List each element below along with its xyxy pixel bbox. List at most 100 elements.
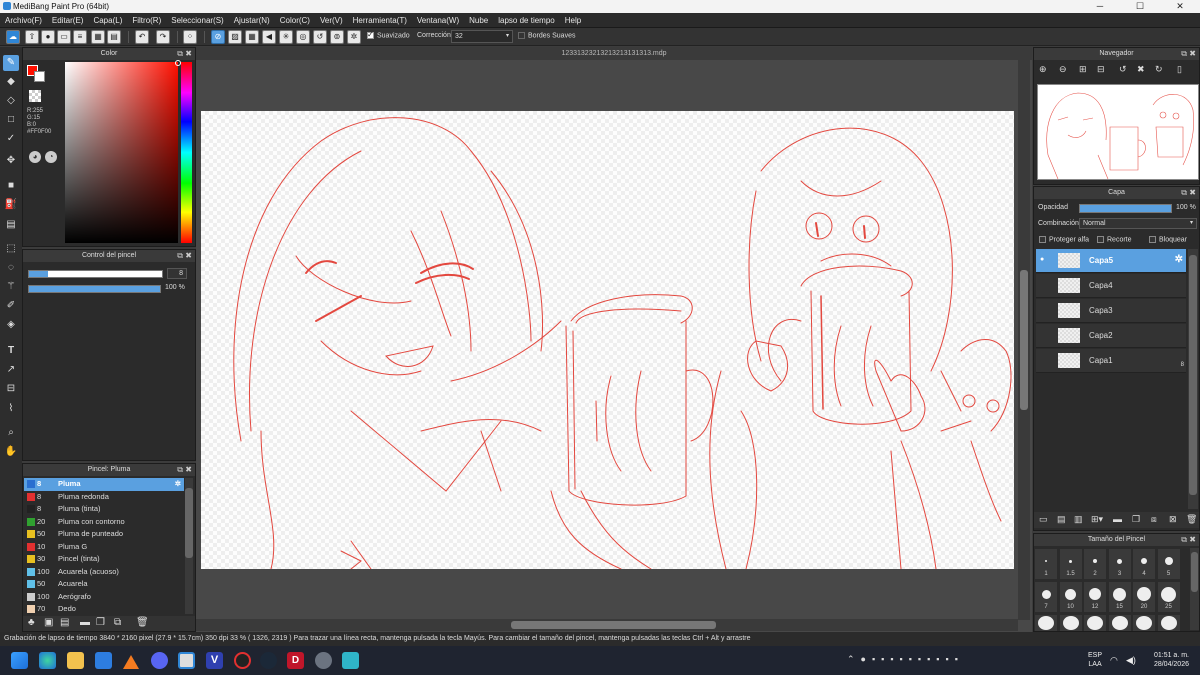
menu-ventana[interactable]: Ventana(W): [412, 13, 464, 28]
correction-select[interactable]: 32 ▾: [451, 30, 513, 43]
snap-radial-icon[interactable]: ✳: [279, 30, 293, 44]
layer-scrollbar[interactable]: [1188, 249, 1198, 509]
settings-gear-icon[interactable]: [315, 652, 332, 669]
brush-size-option[interactable]: 2: [1084, 549, 1106, 579]
snap-parallel-icon[interactable]: ▨: [228, 30, 242, 44]
steam-icon[interactable]: [260, 652, 277, 669]
brush-list-item[interactable]: 10 Pluma G: [24, 541, 184, 554]
folder-icon[interactable]: ▬: [80, 617, 90, 628]
clipping-toggle[interactable]: Recorte: [1097, 236, 1132, 243]
wifi-icon[interactable]: ◠: [1110, 655, 1118, 666]
grid-icon[interactable]: ▦: [91, 30, 105, 44]
zoom-out-icon[interactable]: ⊖: [1059, 64, 1067, 75]
brush-opacity-slider[interactable]: [28, 285, 161, 293]
brush-size-option[interactable]: 25: [1157, 582, 1180, 612]
select-rect-icon[interactable]: ⬚: [3, 241, 19, 257]
horizontal-scroll-thumb[interactable]: [511, 621, 716, 629]
menu-lapso[interactable]: lapso de tiempo: [493, 13, 559, 28]
brush-size-option[interactable]: 10: [1059, 582, 1082, 612]
menu-capa[interactable]: Capa(L): [88, 13, 127, 28]
smoothing-toggle[interactable]: Suavizado: [367, 30, 410, 39]
brush-list-item[interactable]: 50 Pluma de punteado: [24, 528, 184, 541]
lock-checkbox[interactable]: [1149, 236, 1156, 243]
menu-list-icon[interactable]: ≡: [73, 30, 87, 44]
delete-layer-icon[interactable]: 🗑: [1186, 514, 1197, 525]
edge-icon[interactable]: [39, 652, 56, 669]
protect-alpha-checkbox[interactable]: [1039, 236, 1046, 243]
flip-icon[interactable]: ▯: [1177, 64, 1182, 75]
drawing-canvas[interactable]: [201, 111, 1014, 569]
snap-curve-icon[interactable]: ↺: [313, 30, 327, 44]
cloud-icon[interactable]: ☁: [6, 30, 20, 44]
menu-ajustar[interactable]: Ajustar(N): [229, 13, 275, 28]
zoom-actual-icon[interactable]: ⊟: [1097, 64, 1105, 75]
chat-icon[interactable]: ▭: [57, 30, 71, 44]
layer-row[interactable]: Capa3: [1036, 299, 1186, 323]
menu-help[interactable]: Help: [560, 13, 586, 28]
layer-row[interactable]: Capa1 8: [1036, 349, 1186, 373]
brush-settings-icon[interactable]: ♣: [28, 617, 35, 628]
rotate-right-icon[interactable]: ↻: [1155, 64, 1163, 75]
deselect-icon[interactable]: ⁘: [183, 30, 197, 44]
gradient-icon[interactable]: ▤: [3, 217, 19, 233]
brush-list-item[interactable]: 8 Pluma redonda: [24, 491, 184, 504]
brush-list-item[interactable]: 100 Aerógrafo: [24, 591, 184, 604]
system-tray-icons[interactable]: ⌃●▪▪▪▪▪▪▪▪▪▪: [847, 654, 1062, 665]
upload-icon[interactable]: ⇧: [25, 30, 39, 44]
document-tab[interactable]: 12331323213213213131313.mdp: [196, 47, 1032, 60]
navigator-preview[interactable]: [1037, 84, 1199, 180]
move-icon[interactable]: ✥: [3, 153, 19, 169]
duplicate-layer-icon[interactable]: ❐: [1132, 514, 1140, 525]
brush-size-option[interactable]: 5: [1157, 549, 1180, 579]
brush-list-item[interactable]: 50 Acuarela: [24, 578, 184, 591]
clipping-checkbox[interactable]: [1097, 236, 1104, 243]
bucket-icon[interactable]: ⛽: [3, 197, 19, 213]
layer-row[interactable]: ● Capa5 ✲: [1036, 249, 1186, 273]
brush-size-option[interactable]: 7: [1035, 582, 1057, 612]
medibang-taskbar-icon[interactable]: [178, 652, 195, 669]
app-d-icon[interactable]: D: [287, 652, 304, 669]
copy-icon[interactable]: ❐: [96, 617, 105, 628]
new-1bit-layer-icon[interactable]: ▥: [1074, 514, 1083, 525]
duplicate-icon[interactable]: ⧉: [114, 617, 121, 628]
fit-icon[interactable]: ⊞: [1079, 64, 1087, 75]
windows-start-icon[interactable]: [11, 652, 28, 669]
menu-ver[interactable]: Ver(V): [315, 13, 348, 28]
brush-size-option[interactable]: [1035, 615, 1057, 631]
soft-edges-toggle[interactable]: Bordes Suaves: [518, 32, 575, 39]
layer-opacity-slider[interactable]: [1079, 204, 1172, 213]
merge-down-icon[interactable]: ⧈: [1151, 514, 1157, 525]
magic-wand-icon[interactable]: ⚚: [3, 279, 19, 295]
brush-size-option[interactable]: [1084, 615, 1106, 631]
brush-size-option[interactable]: 15: [1108, 582, 1131, 612]
menu-editar[interactable]: Editar(E): [47, 13, 89, 28]
divide-icon[interactable]: ⊟: [3, 381, 19, 397]
history-palette-icon[interactable]: ◔: [45, 151, 57, 163]
snap-circle-icon[interactable]: ◎: [296, 30, 310, 44]
snap-grid-icon[interactable]: ▦: [245, 30, 259, 44]
brush-size-option[interactable]: 1: [1035, 549, 1057, 579]
add-brush-icon[interactable]: ▣: [44, 617, 53, 628]
brush-size-option[interactable]: 12: [1084, 582, 1106, 612]
brush-list-item[interactable]: 70 Dedo: [24, 603, 184, 616]
app-v-icon[interactable]: V: [206, 652, 223, 669]
new-halftone-layer-icon[interactable]: ▤: [1057, 514, 1066, 525]
hue-slider[interactable]: [181, 62, 192, 243]
operation-icon[interactable]: ↗: [3, 362, 19, 378]
pen-icon[interactable]: ✎: [3, 55, 19, 71]
brush-list-scrollbar[interactable]: [185, 478, 193, 614]
vertical-scrollbar[interactable]: [1018, 60, 1030, 620]
brush-size-option[interactable]: [1108, 615, 1131, 631]
select-pen-icon[interactable]: ✐: [3, 298, 19, 314]
lasso-icon[interactable]: ◌: [3, 260, 19, 276]
brush-size-scrollbar[interactable]: [1190, 548, 1199, 630]
smoothing-checkbox[interactable]: [367, 30, 374, 39]
gear-icon[interactable]: ✲: [175, 478, 181, 490]
obs-icon[interactable]: [234, 652, 251, 669]
lock-toggle[interactable]: Bloquear: [1149, 236, 1187, 243]
select-eraser-icon[interactable]: ◈: [3, 317, 19, 333]
brush-list-item[interactable]: 8 Pluma ✲: [24, 478, 184, 491]
minimize-button[interactable]: ─: [1080, 0, 1120, 13]
brush-list-item[interactable]: 100 Acuarela (acuoso): [24, 566, 184, 579]
layer-settings-icon[interactable]: ⊠: [1169, 514, 1177, 525]
